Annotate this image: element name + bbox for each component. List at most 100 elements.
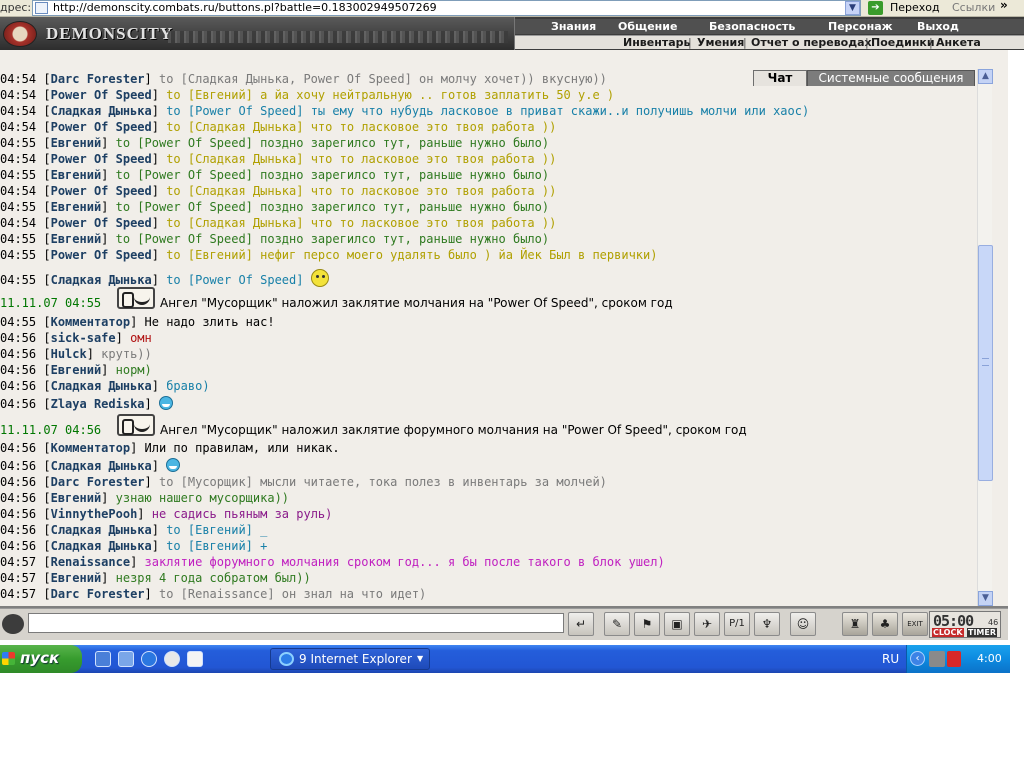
quicklaunch-window-icon[interactable] [187,651,203,667]
message-nick[interactable]: Сладкая Дынька [51,523,152,537]
send-button[interactable]: ↵ [568,612,594,636]
taskbar-ie-group[interactable]: 9 Internet Explorer ▼ [270,648,430,670]
menu-item-profile[interactable]: Анкета [936,36,981,50]
message-nick[interactable]: Комментатор [51,315,130,329]
message-nick[interactable]: Евгений [51,136,102,150]
message-nick[interactable]: Евгений [51,363,102,377]
quicklaunch-explorer-icon[interactable] [118,651,134,667]
chat-message: 04:56 [Darc Forester] to [Мусорщик] мысл… [0,475,607,489]
chat-options-icon[interactable] [2,614,24,634]
menu-item-transfer-report[interactable]: Отчет о переводах [751,36,872,50]
message-time: 04:56 [0,379,37,393]
message-nick[interactable]: Zlaya Rediska [51,397,145,411]
message-time: 04:55 [0,315,37,329]
smiley-button[interactable]: ☺ [790,612,816,636]
message-text: браво) [166,379,210,393]
save-log-button[interactable]: ▣ [664,612,690,636]
message-nick[interactable]: Darc Forester [51,587,145,601]
message-time: 04:56 [0,331,37,345]
message-text: to [Power Of Speed] поздно зарегилсо тут… [115,232,550,246]
links-button[interactable]: Ссылки [952,1,995,14]
language-indicator[interactable]: RU [882,652,899,666]
chat-message-input[interactable] [28,613,564,633]
clear-button[interactable]: ✎ [604,612,630,636]
menu-item-skills[interactable]: Умения [697,36,744,50]
system-message: 11.11.07 04:56 Ангел "Мусорщик" наложил з… [0,414,747,438]
links-chevron-icon[interactable]: » [1000,0,1008,12]
message-nick[interactable]: Сладкая Дынька [51,104,152,118]
game-clock: 05:00 46 CLOCK TIMER [929,611,1001,638]
menu-item-fights[interactable]: Поединки [871,36,935,50]
go-button[interactable]: ➔ Переход [866,0,944,17]
menu-item-exit[interactable]: Выход [917,19,959,34]
message-time: 04:56 [0,491,37,505]
scroll-down-icon[interactable]: ▼ [978,591,993,606]
page-icon [35,2,48,14]
scroll-thumb[interactable] [978,245,993,481]
menu-item-communication[interactable]: Общение [618,19,677,34]
address-input[interactable]: http://demonscity.combats.ru/buttons.pl?… [32,0,861,16]
chat-message: 04:55 [Евгений] to [Power Of Speed] позд… [0,168,550,182]
move-button[interactable]: ✈ [694,612,720,636]
message-text: Или по правилам, или никак. [144,441,340,455]
windows-logo-icon [2,652,15,665]
message-nick[interactable]: Сладкая Дынька [51,459,152,473]
filter-button[interactable]: ⚑ [634,612,660,636]
group-button[interactable]: ♣ [872,612,898,636]
menu-separator: | [688,36,692,49]
message-nick[interactable]: Power Of Speed [51,248,152,262]
message-time: 04:55 [0,232,37,246]
message-nick[interactable]: Евгений [51,491,102,505]
message-nick[interactable]: Сладкая Дынька [51,273,152,287]
message-nick[interactable]: Сладкая Дынька [51,539,152,553]
message-nick[interactable]: Power Of Speed [51,88,152,102]
message-nick[interactable]: Евгений [51,232,102,246]
message-nick[interactable]: Power Of Speed [51,184,152,198]
network-icon[interactable] [929,651,945,667]
antivirus-icon[interactable] [947,651,961,667]
message-nick[interactable]: sick-safe [51,331,116,345]
message-time: 04:55 [0,248,37,262]
message-time: 04:54 [0,184,37,198]
logo-decoration [168,31,508,43]
message-nick[interactable]: Евгений [51,168,102,182]
message-nick[interactable]: Hulck [51,347,87,361]
message-nick[interactable]: Renaissance [51,555,130,569]
message-text: to [Евгений] нефиг персо моего удалять б… [166,248,658,262]
menu-item-knowledge[interactable]: Знания [551,19,596,34]
tray-clock: 4:00 [977,652,1002,665]
tray-expand-icon[interactable]: ‹ [910,651,925,666]
message-nick[interactable]: Power Of Speed [51,216,152,230]
start-button[interactable]: пуск [0,645,82,673]
chat-message: 04:55 [Евгений] to [Power Of Speed] позд… [0,136,550,150]
private-button[interactable]: P/1 [724,612,750,636]
clock-seconds: 46 [988,618,999,627]
scroll-up-icon[interactable]: ▲ [978,69,993,84]
game-header: DEMONSCITY Знания Общение Безопасность П… [0,17,1024,50]
system-message: 11.11.07 04:55 Ангел "Мусорщик" наложил з… [0,287,673,311]
trident-button[interactable]: ♆ [754,612,780,636]
quicklaunch-media-icon[interactable] [164,651,180,667]
menu-item-security[interactable]: Безопасность [709,19,795,34]
message-nick[interactable]: Евгений [51,571,102,585]
message-nick[interactable]: VinnythePooh [51,507,138,521]
message-nick[interactable]: Darc Forester [51,72,145,86]
message-nick[interactable]: Комментатор [51,441,130,455]
message-nick[interactable]: Евгений [51,200,102,214]
exit-button[interactable]: EXIT [902,612,928,636]
taskbar-ie-label: 9 Internet Explorer [299,652,412,666]
menu-item-inventory[interactable]: Инвентарь [623,36,690,50]
chat-scrollbar[interactable]: ▲ ▼ [977,69,993,606]
quicklaunch-ie-icon[interactable] [141,651,157,667]
message-nick[interactable]: Darc Forester [51,475,145,489]
message-time: 04:56 [0,397,37,411]
message-text: незря 4 года собратом был)) [115,571,311,585]
message-nick[interactable]: Power Of Speed [51,120,152,134]
character-button[interactable]: ♜ [842,612,868,636]
silence-spell-icon [117,414,155,436]
menu-item-character[interactable]: Персонаж [828,19,893,34]
message-nick[interactable]: Сладкая Дынька [51,379,152,393]
message-nick[interactable]: Power Of Speed [51,152,152,166]
address-dropdown-icon[interactable]: ▼ [845,1,860,15]
quicklaunch-desktop-icon[interactable] [95,651,111,667]
